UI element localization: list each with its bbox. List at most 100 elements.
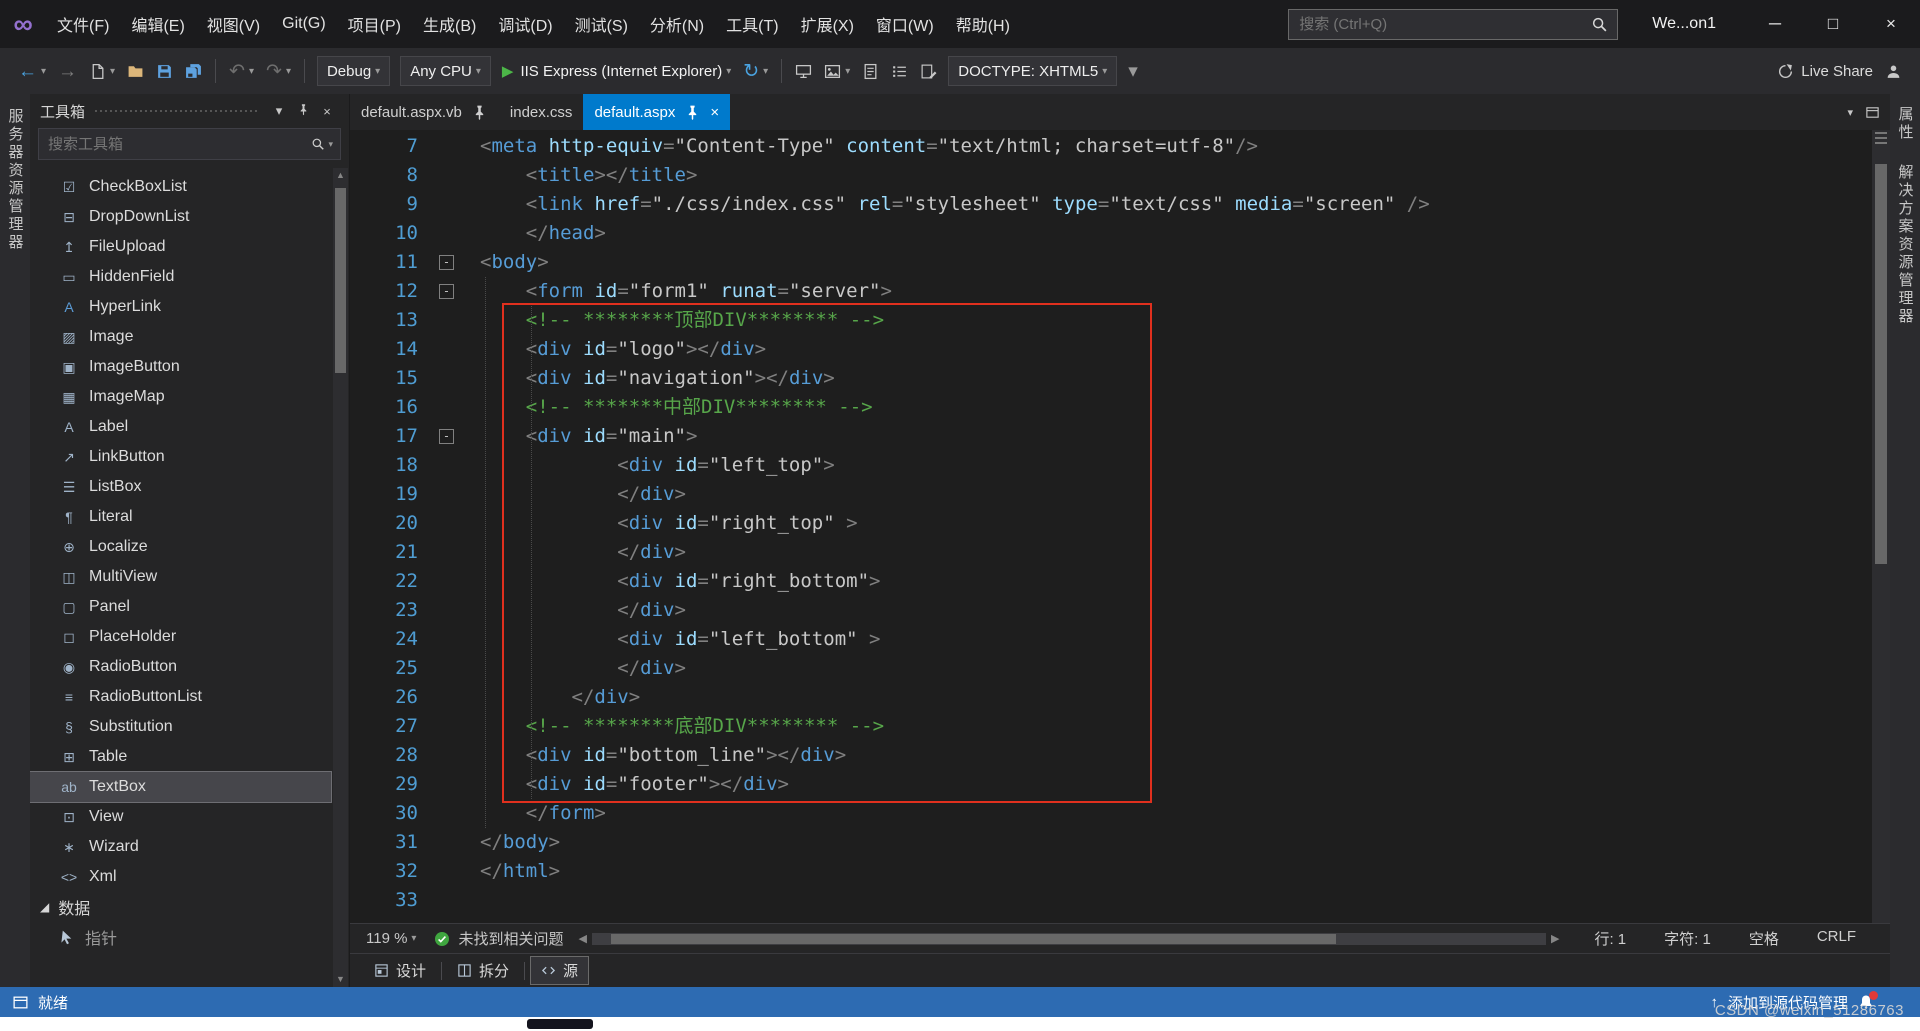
redo-button[interactable]: ↷▾ bbox=[260, 54, 297, 88]
toolbox-item-fileupload[interactable]: ↥FileUpload bbox=[30, 232, 331, 262]
toolbox-item-wizard[interactable]: ∗Wizard bbox=[30, 832, 331, 862]
fold-marker[interactable]: - bbox=[434, 277, 468, 306]
view-tab-design[interactable]: 设计 bbox=[364, 957, 436, 984]
toolbox-item-imagebutton[interactable]: ▣ImageButton bbox=[30, 352, 331, 382]
quick-search-input[interactable] bbox=[1289, 16, 1591, 33]
code-text[interactable]: <div id="footer"></div> bbox=[468, 770, 1872, 799]
code-text[interactable]: <div id="main"> bbox=[468, 422, 1872, 451]
editor-vertical-scrollbar[interactable] bbox=[1872, 130, 1890, 923]
save-all-button[interactable] bbox=[179, 54, 208, 88]
add-account-button[interactable] bbox=[1879, 54, 1908, 88]
active-files-chevron-icon[interactable]: ▾ bbox=[1847, 106, 1853, 119]
menu-item-6[interactable]: 调试(D) bbox=[487, 0, 563, 48]
toolbox-item-hyperlink[interactable]: AHyperLink bbox=[30, 292, 331, 322]
close-button[interactable]: × bbox=[1862, 0, 1920, 48]
window-layout-icon[interactable] bbox=[1865, 105, 1880, 120]
view-tab-split[interactable]: 拆分 bbox=[447, 957, 519, 984]
toolbox-item-literal[interactable]: ¶Literal bbox=[30, 502, 331, 532]
maximize-button[interactable]: □ bbox=[1804, 0, 1862, 48]
solution-platform-button[interactable]: Any CPU▾ bbox=[400, 56, 491, 86]
code-text[interactable]: </form> bbox=[468, 799, 1872, 828]
scroll-right-icon[interactable]: ▶ bbox=[1546, 932, 1564, 945]
toolbox-item-dropdownlist[interactable]: ⊟DropDownList bbox=[30, 202, 331, 232]
scrollbar-thumb[interactable] bbox=[335, 188, 346, 373]
image-tool-button[interactable]: ▾ bbox=[818, 54, 856, 88]
live-share-button[interactable]: Live Share bbox=[1771, 54, 1879, 88]
code-text[interactable]: <form id="form1" runat="server"> bbox=[468, 277, 1872, 306]
document-list-button[interactable] bbox=[885, 54, 914, 88]
toolbox-item-table[interactable]: ⊞Table bbox=[30, 742, 331, 772]
new-file-button[interactable]: ▾ bbox=[83, 54, 121, 88]
menu-item-4[interactable]: 项目(P) bbox=[337, 0, 412, 48]
toolbox-item-image[interactable]: ▨Image bbox=[30, 322, 331, 352]
menu-item-7[interactable]: 测试(S) bbox=[564, 0, 639, 48]
toolbox-search-input[interactable] bbox=[39, 136, 311, 153]
code-text[interactable]: </html> bbox=[468, 857, 1872, 886]
code-text[interactable]: </head> bbox=[468, 219, 1872, 248]
pin-icon[interactable] bbox=[471, 104, 488, 121]
code-text[interactable]: <div id="right_top" > bbox=[468, 509, 1872, 538]
code-text[interactable]: <!-- ********底部DIV******** --> bbox=[468, 712, 1872, 741]
code-text[interactable]: <meta http-equiv="Content-Type" content=… bbox=[468, 132, 1872, 161]
view-tab-source[interactable]: 源 bbox=[530, 956, 589, 985]
scroll-left-icon[interactable]: ◀ bbox=[573, 932, 591, 945]
toolbox-group-data[interactable]: ◢数据 bbox=[30, 892, 331, 922]
editor-horizontal-scrollbar[interactable] bbox=[592, 933, 1546, 945]
menu-item-11[interactable]: 窗口(W) bbox=[865, 0, 945, 48]
chevron-down-icon[interactable]: ▾ bbox=[328, 139, 333, 150]
fold-marker[interactable]: - bbox=[434, 422, 468, 451]
toolbox-item-textbox[interactable]: abTextBox bbox=[30, 772, 331, 802]
menu-item-0[interactable]: 文件(F) bbox=[46, 0, 120, 48]
code-text[interactable]: </div> bbox=[468, 683, 1872, 712]
code-text[interactable]: <title></title> bbox=[468, 161, 1872, 190]
zoom-control[interactable]: 119 % ▾ bbox=[358, 930, 424, 947]
code-text[interactable]: <div id="navigation"></div> bbox=[468, 364, 1872, 393]
menu-item-5[interactable]: 生成(B) bbox=[412, 0, 487, 48]
toolbox-item-localize[interactable]: ⊕Localize bbox=[30, 532, 331, 562]
code-text[interactable]: <!-- *******中部DIV******** --> bbox=[468, 393, 1872, 422]
side-tab-solution-explorer[interactable]: 解决方案资源管理器 bbox=[1895, 156, 1916, 334]
toolbox-item-view[interactable]: ⊡View bbox=[30, 802, 331, 832]
side-tab-properties[interactable]: 属性 bbox=[1895, 98, 1916, 150]
toolbox-item-radiobuttonlist[interactable]: ≡RadioButtonList bbox=[30, 682, 331, 712]
menu-item-10[interactable]: 扩展(X) bbox=[790, 0, 865, 48]
close-icon[interactable]: × bbox=[710, 104, 719, 121]
splitter-grip[interactable] bbox=[1875, 132, 1887, 146]
code-text[interactable]: <div id="bottom_line"></div> bbox=[468, 741, 1872, 770]
toolbox-item-substitution[interactable]: §Substitution bbox=[30, 712, 331, 742]
navigate-back-button[interactable]: ←▾ bbox=[12, 54, 52, 88]
close-icon[interactable]: × bbox=[315, 104, 339, 119]
start-debugging-button[interactable]: ▶IIS Express (Internet Explorer)▾ bbox=[496, 54, 737, 88]
toolbox-item-hiddenfield[interactable]: ▭HiddenField bbox=[30, 262, 331, 292]
toolbox-item-checkboxlist[interactable]: ☑CheckBoxList bbox=[30, 172, 331, 202]
toolbox-item-radiobutton[interactable]: ◉RadioButton bbox=[30, 652, 331, 682]
pin-icon[interactable] bbox=[684, 104, 701, 121]
refresh-button[interactable]: ↻▾ bbox=[737, 54, 774, 88]
document-outline-button[interactable] bbox=[856, 54, 885, 88]
toolbox-item-imagemap[interactable]: ▦ImageMap bbox=[30, 382, 331, 412]
toolbox-item-label[interactable]: ALabel bbox=[30, 412, 331, 442]
toolbox-item-panel[interactable]: ▢Panel bbox=[30, 592, 331, 622]
code-text[interactable]: <div id="left_bottom" > bbox=[468, 625, 1872, 654]
document-health-indicator[interactable]: 未找到相关问题 bbox=[434, 928, 563, 949]
toolbox-item-pointer[interactable]: 指针 bbox=[30, 922, 331, 952]
toolbox-item-xml[interactable]: <>Xml bbox=[30, 862, 331, 892]
tab-default-aspx-vb[interactable]: default.aspx.vb bbox=[350, 94, 499, 130]
browser-link-button[interactable] bbox=[789, 54, 818, 88]
toolbox-item-listbox[interactable]: ☰ListBox bbox=[30, 472, 331, 502]
code-text[interactable]: <div id="right_bottom"> bbox=[468, 567, 1872, 596]
background-tasks-icon[interactable] bbox=[12, 994, 29, 1011]
drag-grip[interactable] bbox=[95, 108, 257, 114]
toolbox-search-box[interactable]: ▾ bbox=[38, 128, 341, 160]
code-text[interactable]: </body> bbox=[468, 828, 1872, 857]
navigate-forward-button[interactable]: → bbox=[52, 54, 83, 88]
save-button[interactable] bbox=[150, 54, 179, 88]
menu-item-2[interactable]: 视图(V) bbox=[196, 0, 271, 48]
code-text[interactable]: </div> bbox=[468, 538, 1872, 567]
open-file-button[interactable] bbox=[121, 54, 150, 88]
doctype-button[interactable]: DOCTYPE: XHTML5▾ bbox=[948, 56, 1117, 86]
toolbox-scrollbar[interactable]: ▲ ▼ bbox=[333, 168, 348, 987]
minimize-button[interactable]: ─ bbox=[1746, 0, 1804, 48]
scrollbar-thumb[interactable] bbox=[611, 934, 1336, 944]
solution-configuration-button[interactable]: Debug▾ bbox=[317, 56, 390, 86]
